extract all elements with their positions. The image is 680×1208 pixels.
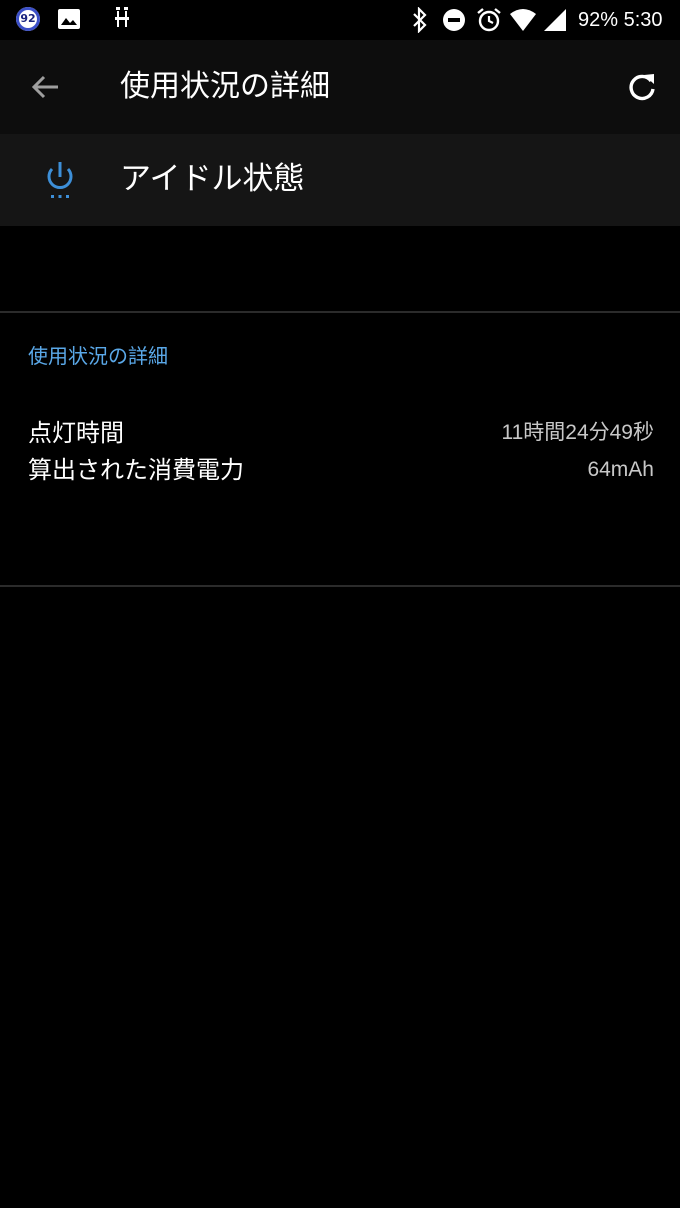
detail-row-power-consumption: 算出された消費電力 64mAh (0, 451, 680, 489)
page-title: 使用状況の詳細 (120, 69, 330, 104)
idle-state-label: アイドル状態 (120, 161, 305, 197)
image-icon (58, 9, 80, 29)
detail-label: 点灯時間 (28, 419, 124, 447)
status-bar: 92 92% 5:30 (0, 0, 680, 40)
refresh-icon (629, 74, 655, 101)
detail-value: 64mAh (587, 458, 654, 481)
notification-badge-icon: 92 (16, 7, 40, 31)
section-title: 使用状況の詳細 (28, 344, 168, 368)
battery-time: 92% 5:30 (578, 9, 663, 31)
bluetooth-icon (413, 7, 427, 33)
toolbar: 使用状況の詳細 (0, 40, 680, 134)
detail-label: 算出された消費電力 (28, 456, 244, 484)
divider (0, 311, 680, 313)
app-header-card: アイドル状態 (0, 134, 680, 226)
do-not-disturb-icon (443, 9, 465, 31)
signal-icon (544, 9, 566, 31)
back-button[interactable] (24, 65, 68, 109)
wifi-icon (510, 9, 536, 31)
power-icon (47, 162, 73, 198)
alarm-icon (477, 8, 501, 32)
usb-icon (115, 7, 129, 27)
detail-row-screen-on-time: 点灯時間 11時間24分49秒 (0, 414, 680, 452)
divider (0, 585, 680, 587)
detail-value: 11時間24分49秒 (501, 421, 654, 444)
arrow-left-icon (31, 75, 58, 99)
refresh-button[interactable] (620, 65, 664, 109)
